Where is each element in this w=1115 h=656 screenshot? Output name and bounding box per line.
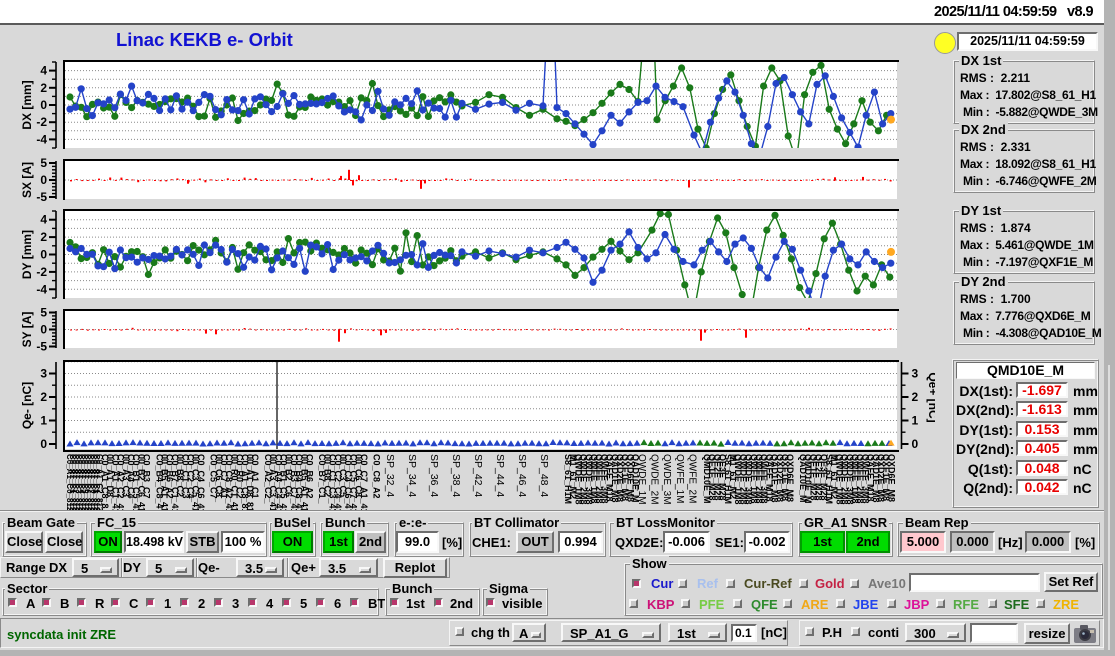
svg-text:SY [A]: SY [A] xyxy=(20,312,34,348)
svg-text:2: 2 xyxy=(912,390,919,404)
svg-text:-4: -4 xyxy=(36,282,47,296)
svg-text:1: 1 xyxy=(912,414,919,428)
svg-text:-2: -2 xyxy=(36,265,47,279)
svg-text:SX [A]: SX [A] xyxy=(20,162,34,198)
svg-text:C0_C8_A2: C0_C8_A2 xyxy=(372,454,382,499)
svg-text:SP_48_4: SP_48_4 xyxy=(538,454,550,497)
svg-text:Qe+ [nC]: Qe+ [nC] xyxy=(926,372,935,422)
svg-text:QWFE_1M: QWFE_1M xyxy=(674,454,685,503)
svg-text:SP_36_4: SP_36_4 xyxy=(428,454,440,497)
svg-text:2: 2 xyxy=(40,81,47,95)
svg-text:QXD6E_M8: QXD6E_M8 xyxy=(785,454,795,502)
svg-text:3: 3 xyxy=(40,367,47,381)
svg-text:QWFE_2M: QWFE_2M xyxy=(686,454,697,503)
svg-text:C0_B3_C7: C0_B3_C7 xyxy=(142,454,152,499)
svg-text:0: 0 xyxy=(912,437,919,451)
svg-text:C0_A1_C1: C0_A1_C1 xyxy=(250,454,260,499)
svg-text:0: 0 xyxy=(40,248,47,262)
svg-text:SP_44_4: SP_44_4 xyxy=(494,454,506,497)
svg-text:-5: -5 xyxy=(36,190,47,204)
svg-text:DY [mm]: DY [mm] xyxy=(20,230,34,279)
svg-text:QWDE_1M: QWDE_1M xyxy=(636,454,647,505)
svg-text:SP_32_4: SP_32_4 xyxy=(384,454,396,497)
svg-text:QWDE_3M: QWDE_3M xyxy=(661,454,672,505)
svg-text:5: 5 xyxy=(40,306,47,320)
svg-text:2: 2 xyxy=(40,230,47,244)
svg-text:5: 5 xyxy=(40,156,47,170)
svg-text:-2: -2 xyxy=(36,115,47,129)
svg-text:QWDE_2M: QWDE_2M xyxy=(649,454,660,505)
svg-text:SP_46_4: SP_46_4 xyxy=(516,454,528,497)
svg-text:-5: -5 xyxy=(36,340,47,354)
svg-text:C0_C7_A1_41_: C0_C7_A1_41_ xyxy=(359,454,369,512)
svg-text:SP_42_4: SP_42_4 xyxy=(472,454,484,497)
svg-text:1: 1 xyxy=(40,414,47,428)
svg-text:SP_34_4: SP_34_4 xyxy=(406,454,418,497)
svg-text:4: 4 xyxy=(40,213,47,227)
svg-text:C0_B6_A2: C0_B6_A2 xyxy=(305,454,315,499)
svg-text:0: 0 xyxy=(40,437,47,451)
svg-text:0: 0 xyxy=(40,98,47,112)
svg-text:3: 3 xyxy=(912,367,919,381)
svg-text:QXD6E_M8: QXD6E_M8 xyxy=(886,454,896,502)
svg-text:DX [mm]: DX [mm] xyxy=(20,80,34,129)
svg-text:C0_C4_C6_41: C0_C4_C6_41 xyxy=(196,454,206,512)
svg-text:4: 4 xyxy=(40,64,47,78)
svg-text:0: 0 xyxy=(40,323,47,337)
svg-text:0: 0 xyxy=(40,173,47,187)
svg-text:-4: -4 xyxy=(36,132,47,146)
svg-text:Qe- [nC]: Qe- [nC] xyxy=(20,382,34,429)
svg-text:SP_38_4: SP_38_4 xyxy=(450,454,462,497)
svg-text:2: 2 xyxy=(40,390,47,404)
